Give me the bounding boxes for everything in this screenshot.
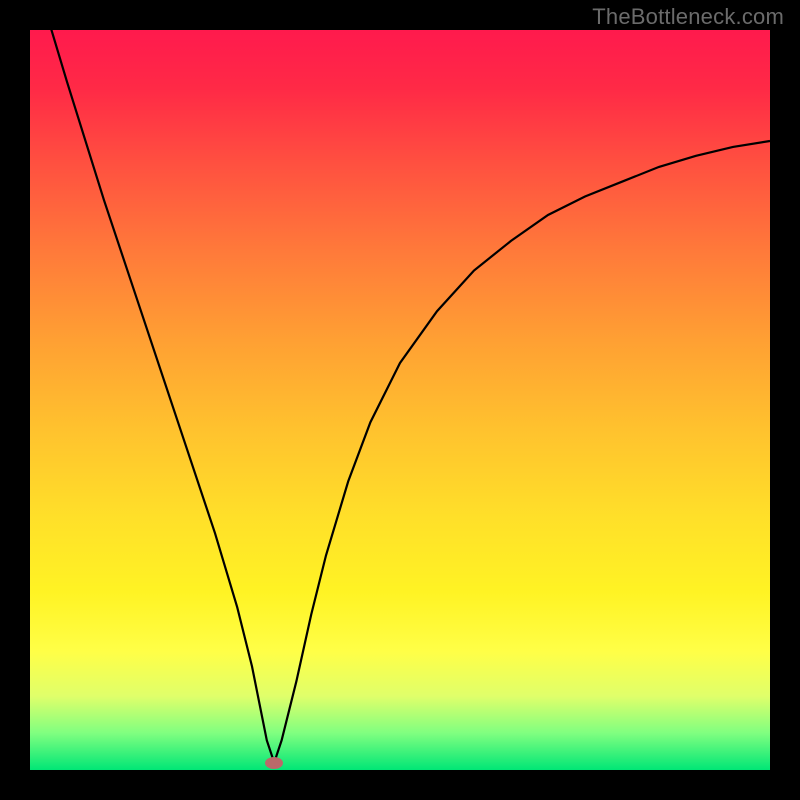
optimal-point-marker [265, 757, 283, 769]
curve-svg [30, 30, 770, 770]
bottleneck-curve [30, 30, 770, 763]
watermark-text: TheBottleneck.com [592, 4, 784, 30]
chart-plot-area [30, 30, 770, 770]
